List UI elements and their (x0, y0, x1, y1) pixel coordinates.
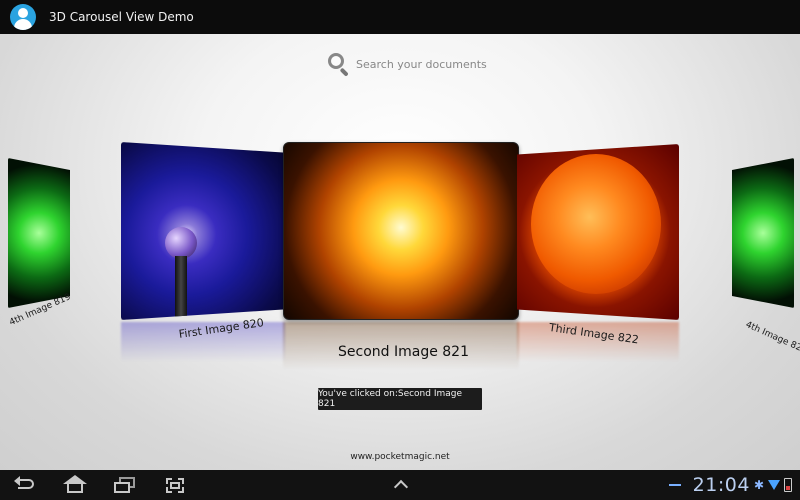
carousel-item-820[interactable] (121, 142, 285, 320)
search-icon[interactable] (328, 53, 350, 77)
search-placeholder[interactable]: Search your documents (356, 58, 487, 71)
carousel-label-821: Second Image 821 (338, 344, 469, 360)
screenshot-icon[interactable] (164, 475, 186, 495)
app-title: 3D Carousel View Demo (49, 10, 194, 24)
toast-message: You've clicked on:Second Image 821 (318, 388, 482, 410)
clock: 21:04 (692, 474, 750, 496)
footer-url: www.pocketmagic.net (350, 452, 450, 462)
carousel-item-819[interactable] (8, 158, 70, 308)
app-avatar-icon[interactable] (10, 4, 36, 30)
plasma-stem (175, 256, 187, 320)
wifi-icon (768, 480, 780, 490)
home-icon[interactable] (62, 475, 88, 495)
back-icon[interactable] (14, 475, 38, 495)
carousel-item-821-selected[interactable] (283, 142, 519, 320)
chevron-up-icon[interactable] (392, 479, 412, 499)
status-area[interactable]: 21:04 ✱ (668, 474, 792, 496)
bluetooth-icon: ✱ (753, 478, 764, 492)
title-bar: 3D Carousel View Demo (0, 0, 800, 34)
plasma-orb (165, 227, 197, 259)
minus-icon (668, 484, 681, 486)
battery-icon (784, 478, 792, 492)
carousel-item-822[interactable] (517, 144, 679, 320)
system-navigation-bar: 21:04 ✱ (0, 470, 800, 500)
carousel-view: Search your documents 4th Image 819 Firs… (0, 34, 800, 470)
sun-image (531, 154, 661, 294)
search-bar[interactable]: Search your documents (328, 52, 487, 77)
carousel-item-823[interactable] (732, 158, 794, 308)
carousel-label-823: 4th Image 823 (743, 320, 800, 356)
recent-apps-icon[interactable] (114, 475, 136, 495)
